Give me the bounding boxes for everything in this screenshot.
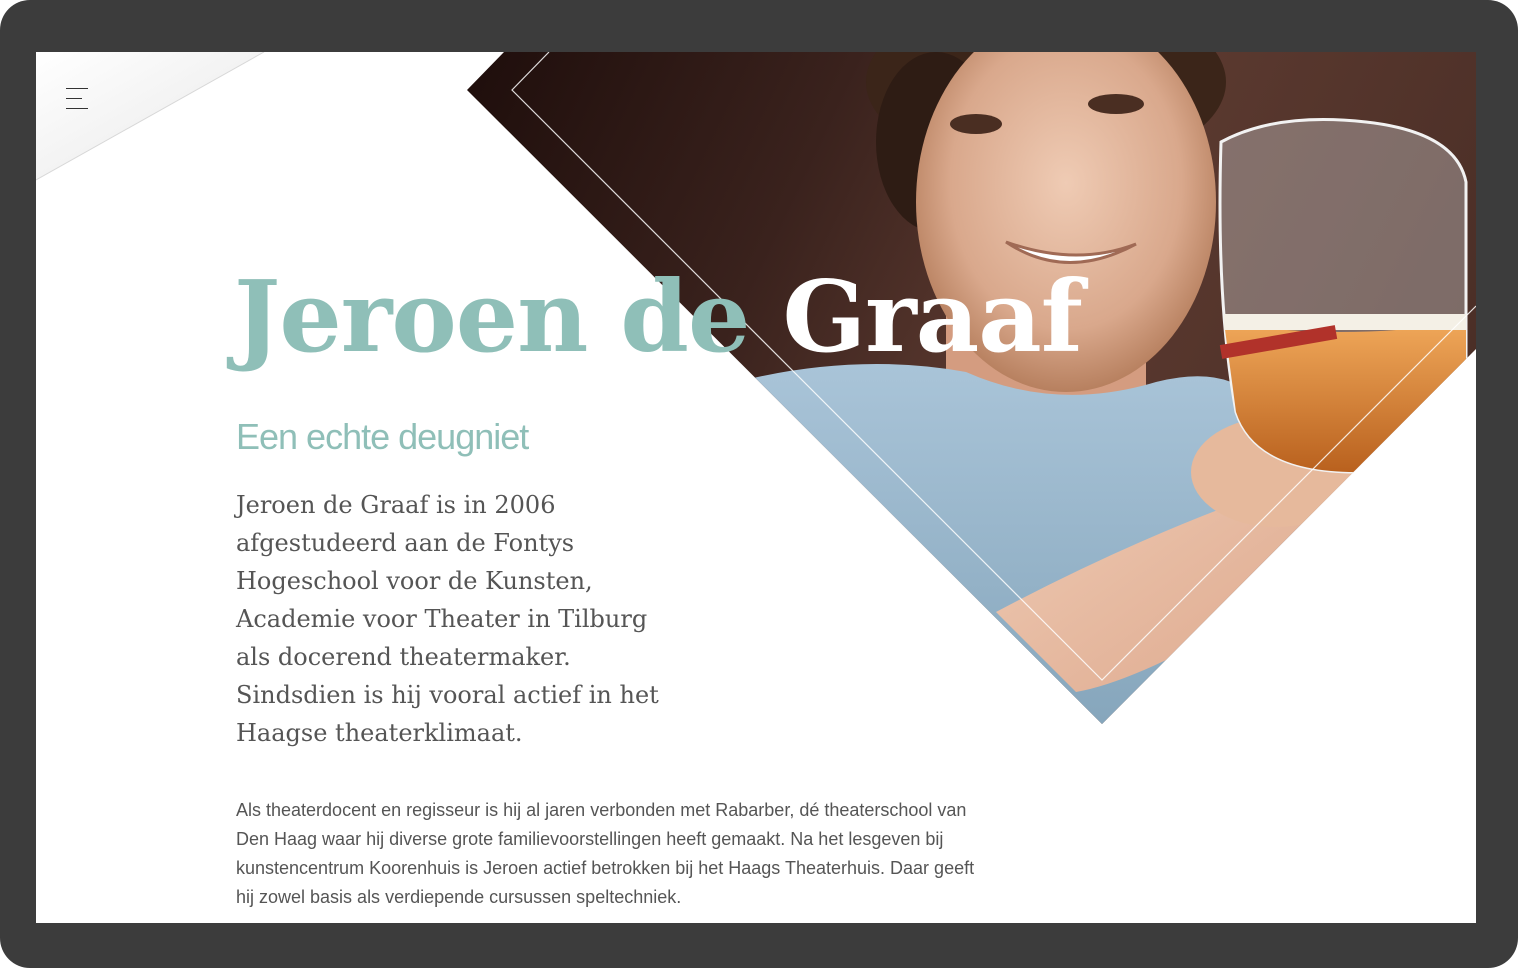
body-paragraph: Als theaterdocent en regisseur is hij al… <box>236 800 975 907</box>
menu-button[interactable] <box>64 86 92 112</box>
title-name-part2: Graaf <box>782 260 1082 375</box>
page-title: Jeroen de Graaf <box>234 264 1083 372</box>
menu-line-middle <box>66 98 82 99</box>
title-name-part1: Jeroen de <box>234 260 783 375</box>
intro-paragraph: Jeroen de Graaf is in 2006 afgestudeerd … <box>236 491 659 747</box>
menu-line-bottom <box>66 108 88 109</box>
menu-line-top <box>66 88 88 89</box>
page-screen: Jeroen de Graaf Een echte deugniet Jeroe… <box>36 52 1476 923</box>
page-subtitle: Een echte deugniet <box>236 416 529 457</box>
device-frame: Jeroen de Graaf Een echte deugniet Jeroe… <box>0 0 1518 968</box>
